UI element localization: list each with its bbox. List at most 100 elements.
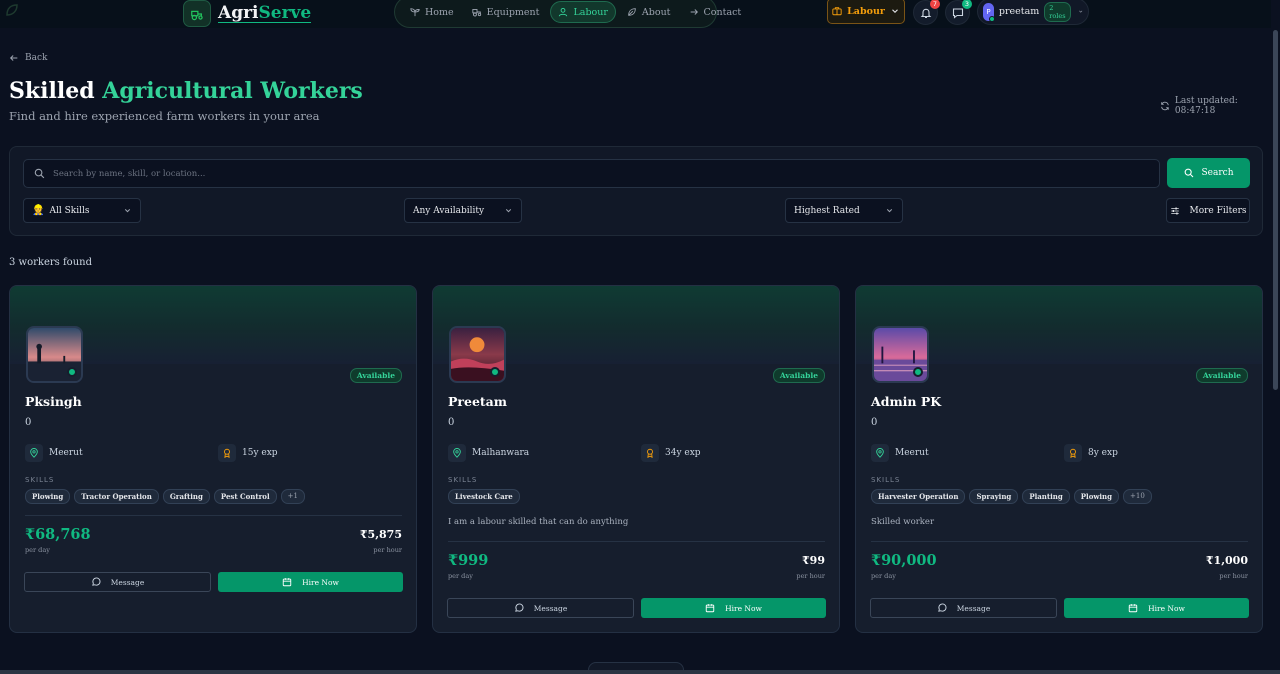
day-rate: ₹999 <box>448 552 489 569</box>
worker-location: Malhanwara <box>448 444 529 462</box>
skills-list: Livestock Care <box>448 489 520 504</box>
refresh-icon <box>1161 101 1169 111</box>
hire-now-button[interactable]: Hire Now <box>1064 598 1249 618</box>
worker-bio: Skilled worker <box>871 517 935 527</box>
message-circle-icon <box>91 577 101 586</box>
sort-select[interactable]: Highest Rated <box>785 198 903 223</box>
status-badge: Available <box>772 368 825 383</box>
tractor-icon <box>472 9 481 17</box>
worker-name[interactable]: Preetam <box>448 394 507 409</box>
availability-select[interactable]: Any Availability <box>404 198 522 223</box>
skill-chip: Spraying <box>969 489 1019 504</box>
worker-location: Meerut <box>25 444 83 462</box>
worker-experience: 15y exp <box>218 444 278 462</box>
per-day-label: per day <box>448 572 473 580</box>
last-updated[interactable]: Last updated: 08:47:18 <box>1160 96 1280 116</box>
search-icon <box>1184 168 1193 178</box>
award-icon <box>218 444 236 462</box>
more-skills-chip[interactable]: +1 <box>280 489 305 504</box>
hour-rate: ₹5,875 <box>359 528 402 541</box>
worker-bio: I am a labour skilled that can do anythi… <box>448 517 629 527</box>
user-icon <box>559 7 568 17</box>
status-badge: Available <box>349 368 402 383</box>
award-icon <box>1064 444 1082 462</box>
message-button[interactable]: Message <box>870 598 1057 618</box>
map-pin-icon <box>25 444 43 462</box>
hire-now-button[interactable]: Hire Now <box>218 572 403 592</box>
hour-rate: ₹1,000 <box>1205 554 1248 567</box>
worker-name[interactable]: Admin PK <box>871 394 941 409</box>
search-button[interactable]: Search <box>1167 158 1250 188</box>
skills-label: SKILLS <box>871 476 901 484</box>
skills-label: SKILLS <box>25 476 55 484</box>
hire-now-button[interactable]: Hire Now <box>641 598 826 618</box>
window-bottom-edge <box>0 670 1280 674</box>
more-skills-chip[interactable]: +10 <box>1123 489 1152 504</box>
divider <box>871 541 1248 542</box>
skills-list: Plowing Tractor Operation Grafting Pest … <box>25 489 305 504</box>
user-name: preetam <box>998 6 1040 17</box>
skill-chip: Plowing <box>1073 489 1120 504</box>
nav-home[interactable]: Home <box>403 1 461 23</box>
search-box <box>23 159 1160 188</box>
worker-location: Meerut <box>871 444 929 462</box>
online-status-dot <box>490 367 500 377</box>
worker-experience: 34y exp <box>641 444 701 462</box>
notifications-count: 7 <box>930 0 940 9</box>
online-status-dot <box>913 367 923 377</box>
worker-card: Available Pksingh 0 Meerut 15y exp SKILL… <box>9 285 417 633</box>
map-pin-icon <box>448 444 466 462</box>
briefcase-icon <box>832 7 842 16</box>
chevron-down-icon <box>124 209 131 213</box>
sliders-icon <box>1170 207 1179 214</box>
skill-chip: Grafting <box>162 489 210 504</box>
worker-rating: 0 <box>448 417 455 428</box>
tractor-icon <box>183 0 211 27</box>
calendar-icon <box>282 578 292 587</box>
brand-logo[interactable]: AgriServe <box>183 0 312 27</box>
skills-select[interactable]: 👷 All Skills <box>23 198 141 223</box>
nav-labour[interactable]: Labour <box>550 1 616 23</box>
sprout-icon <box>410 8 420 17</box>
notifications-button[interactable]: 7 <box>913 0 940 25</box>
more-filters-button[interactable]: More Filters <box>1166 198 1250 223</box>
message-circle-icon <box>937 603 947 612</box>
leaf-icon <box>628 8 636 16</box>
leaf-icon <box>6 4 18 16</box>
skill-chip: Tractor Operation <box>74 489 159 504</box>
message-button[interactable]: Message <box>447 598 634 618</box>
arrow-left-icon <box>9 55 18 61</box>
arrow-right-icon <box>690 9 698 15</box>
role-switch-button[interactable]: Labour <box>827 0 905 24</box>
filter-panel: Search 👷 All Skills Any Availability Hig… <box>9 146 1263 236</box>
skills-label: SKILLS <box>448 476 478 484</box>
nav-equipment[interactable]: Equipment <box>465 1 547 23</box>
main-nav: Home Equipment Labour About Contact <box>394 0 741 28</box>
brand-name: AgriServe <box>218 3 312 23</box>
skill-chip: Pest Control <box>213 489 277 504</box>
map-pin-icon <box>871 444 889 462</box>
chevron-down-icon <box>886 209 893 213</box>
search-input[interactable] <box>53 168 1159 179</box>
chevron-down-icon <box>1078 10 1082 13</box>
skill-chip: Planting <box>1022 489 1070 504</box>
day-rate: ₹68,768 <box>25 526 91 543</box>
nav-contact[interactable]: Contact <box>682 1 749 23</box>
skills-list: Harvester Operation Spraying Planting Pl… <box>871 489 1152 504</box>
worker-experience: 8y exp <box>1064 444 1118 462</box>
per-day-label: per day <box>871 572 896 580</box>
messages-count: 3 <box>962 0 972 9</box>
worker-name[interactable]: Pksingh <box>25 394 82 409</box>
award-icon <box>641 444 659 462</box>
skill-chip: Livestock Care <box>448 489 520 504</box>
roles-badge: 2 roles <box>1044 1 1071 22</box>
back-link[interactable]: Back <box>9 53 47 63</box>
scrollbar-thumb[interactable] <box>1273 30 1278 390</box>
worker-rating: 0 <box>25 417 32 428</box>
nav-about[interactable]: About <box>620 1 678 23</box>
message-button[interactable]: Message <box>24 572 211 592</box>
user-menu[interactable]: P preetam 2 roles <box>977 0 1089 25</box>
chat-icon <box>952 7 963 19</box>
chevron-down-icon <box>891 9 898 14</box>
messages-button[interactable]: 3 <box>945 0 972 25</box>
